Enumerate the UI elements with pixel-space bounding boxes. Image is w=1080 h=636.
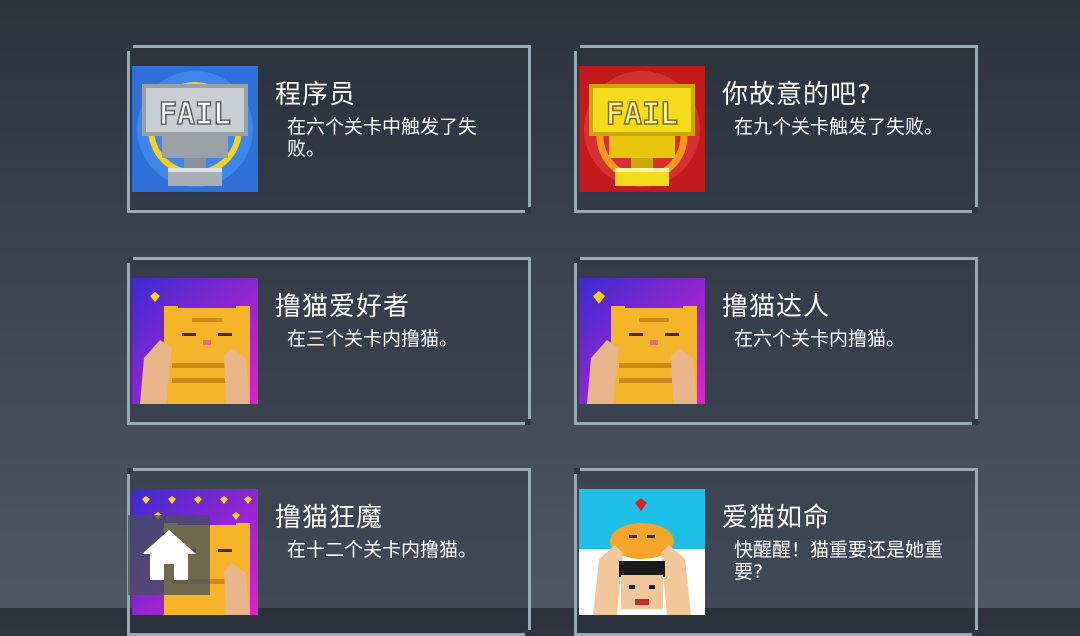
svg-text:FAIL: FAIL <box>159 97 231 132</box>
home-icon <box>142 530 196 580</box>
achievement-card-cat-expert[interactable]: 撸猫达人 在六个关卡内撸猫。 <box>574 257 978 425</box>
petting-cat-icon <box>132 278 258 404</box>
achievement-title: 爱猫如命 <box>722 503 831 533</box>
achievement-description: 在九个关卡触发了失败。 <box>734 116 944 138</box>
gold-fail-trophy-icon: FAIL <box>579 66 705 192</box>
petting-cat-icon <box>579 278 705 404</box>
achievement-title: 你故意的吧? <box>722 80 872 110</box>
achievement-description: 快醒醒！猫重要还是她重要? <box>734 539 944 583</box>
achievement-title: 撸猫达人 <box>722 292 831 322</box>
achievement-card-cat-is-life[interactable]: 爱猫如命 快醒醒！猫重要还是她重要? <box>574 468 978 636</box>
achievement-description: 在六个关卡中触发了失败。 <box>287 116 478 160</box>
cat-on-head-icon <box>579 489 705 615</box>
achievement-card-programmer[interactable]: FAIL 程序员 在六个关卡中触发了失败。 <box>127 45 531 213</box>
achievement-description: 在三个关卡内撸猫。 <box>287 328 459 350</box>
home-button[interactable] <box>128 515 210 595</box>
achievement-card-cat-lover[interactable]: 撸猫爱好者 在三个关卡内撸猫。 <box>127 257 531 425</box>
achievement-title: 程序员 <box>275 80 357 110</box>
achievement-description: 在六个关卡内撸猫。 <box>734 328 906 350</box>
achievement-card-on-purpose[interactable]: FAIL 你故意的吧? 在九个关卡触发了失败。 <box>574 45 978 213</box>
achievement-title: 撸猫爱好者 <box>275 292 411 322</box>
silver-fail-trophy-icon: FAIL <box>132 66 258 192</box>
achievement-description: 在十二个关卡内撸猫。 <box>287 539 478 561</box>
svg-text:FAIL: FAIL <box>606 97 678 132</box>
achievement-title: 撸猫狂魔 <box>275 503 384 533</box>
